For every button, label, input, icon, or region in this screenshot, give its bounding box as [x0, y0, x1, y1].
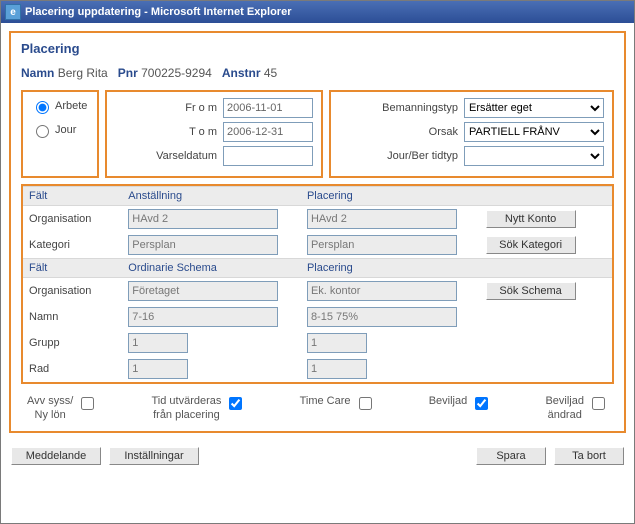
footer-buttons: Meddelande Inställningar Spara Ta bort [1, 441, 634, 473]
meddelande-button[interactable]: Meddelande [11, 447, 101, 465]
radio-arbete[interactable] [36, 101, 49, 114]
from-input[interactable] [223, 98, 313, 118]
page-title: Placering [21, 41, 614, 56]
ord-namn-input[interactable] [128, 307, 278, 327]
row-grupp-label: Grupp [23, 330, 122, 356]
window: e Placering uppdatering - Microsoft Inte… [0, 0, 635, 524]
window-title: Placering uppdatering - Microsoft Intern… [25, 6, 291, 18]
anst-org-input[interactable] [128, 209, 278, 229]
hdr-falt: Fält [23, 187, 122, 206]
jourber-select[interactable] [464, 146, 604, 166]
pnr-value: 700225-9294 [141, 66, 212, 80]
titlebar: e Placering uppdatering - Microsoft Inte… [1, 1, 634, 23]
nytt-konto-button[interactable]: Nytt Konto [486, 210, 576, 228]
avv-label: Avv syss/ Ny lön [27, 394, 73, 423]
radio-jour[interactable] [36, 125, 49, 138]
row-org-label: Organisation [23, 206, 122, 233]
installningar-button[interactable]: Inställningar [109, 447, 199, 465]
tabort-button[interactable]: Ta bort [554, 447, 624, 465]
row-namn-label: Namn [23, 304, 122, 330]
plac-org-input[interactable] [307, 209, 457, 229]
varsel-input[interactable] [223, 146, 313, 166]
hdr-falt2: Fält [23, 259, 122, 278]
row-kat-label: Kategori [23, 232, 122, 259]
tid-checkbox[interactable] [229, 397, 242, 410]
sok-schema-button[interactable]: Sök Schema [486, 282, 576, 300]
ord-org-input[interactable] [128, 281, 278, 301]
beviljad-label: Beviljad [429, 394, 468, 408]
pnr-label: Pnr [118, 66, 138, 80]
plac2-org-input[interactable] [307, 281, 457, 301]
bemanningstyp-select[interactable]: Ersätter eget [464, 98, 604, 118]
ie-icon: e [5, 4, 21, 20]
radio-arbete-label: Arbete [55, 100, 87, 112]
row-org2-label: Organisation [23, 278, 122, 305]
identity-line: Namn Berg Rita Pnr 700225-9294 Anstnr 45 [21, 66, 614, 80]
sok-kategori-button[interactable]: Sök Kategori [486, 236, 576, 254]
to-label: T o m [189, 126, 219, 138]
bemanningstyp-label: Bemanningstyp [382, 102, 460, 114]
beviljad-andrad-label: Beviljad ändrad [545, 394, 584, 423]
ord-rad-input[interactable] [128, 359, 188, 379]
radio-jour-label: Jour [55, 124, 76, 136]
main-panel: Placering Namn Berg Rita Pnr 700225-9294… [9, 31, 626, 433]
checkbox-row: Avv syss/ Ny lön Tid utvärderas från pla… [21, 390, 614, 425]
anstnr-label: Anstnr [222, 66, 261, 80]
type-box: Arbete Jour [21, 90, 99, 178]
hdr-plac2: Placering [301, 259, 480, 278]
row-rad-label: Rad [23, 356, 122, 382]
plac2-namn-input[interactable] [307, 307, 457, 327]
to-input[interactable] [223, 122, 313, 142]
anstnr-value: 45 [264, 66, 277, 80]
orsak-label: Orsak [429, 126, 460, 138]
avv-checkbox[interactable] [81, 397, 94, 410]
plac-kat-input[interactable] [307, 235, 457, 255]
grid-box: Fält Anställning Placering Organisation … [21, 184, 614, 384]
hdr-plac: Placering [301, 187, 480, 206]
plac2-grupp-input[interactable] [307, 333, 367, 353]
staffing-box: Bemanningstyp Ersätter eget Orsak PARTIE… [329, 90, 614, 178]
orsak-select[interactable]: PARTIELL FRÅNV [464, 122, 604, 142]
plac2-rad-input[interactable] [307, 359, 367, 379]
timecare-checkbox[interactable] [359, 397, 372, 410]
tid-label: Tid utvärderas från placering [151, 394, 221, 423]
dates-box: Fr o m T o m Varseldatum [105, 90, 323, 178]
beviljad-andrad-checkbox[interactable] [592, 397, 605, 410]
from-label: Fr o m [185, 102, 219, 114]
timecare-label: Time Care [300, 394, 351, 408]
spara-button[interactable]: Spara [476, 447, 546, 465]
varsel-label: Varseldatum [156, 150, 219, 162]
beviljad-checkbox[interactable] [475, 397, 488, 410]
ord-grupp-input[interactable] [128, 333, 188, 353]
anst-kat-input[interactable] [128, 235, 278, 255]
hdr-ord: Ordinarie Schema [122, 259, 301, 278]
name-label: Namn [21, 66, 54, 80]
hdr-anst: Anställning [122, 187, 301, 206]
name-value: Berg Rita [58, 66, 108, 80]
jourber-label: Jour/Ber tidtyp [387, 150, 460, 162]
grid-table: Fält Anställning Placering Organisation … [23, 186, 612, 382]
